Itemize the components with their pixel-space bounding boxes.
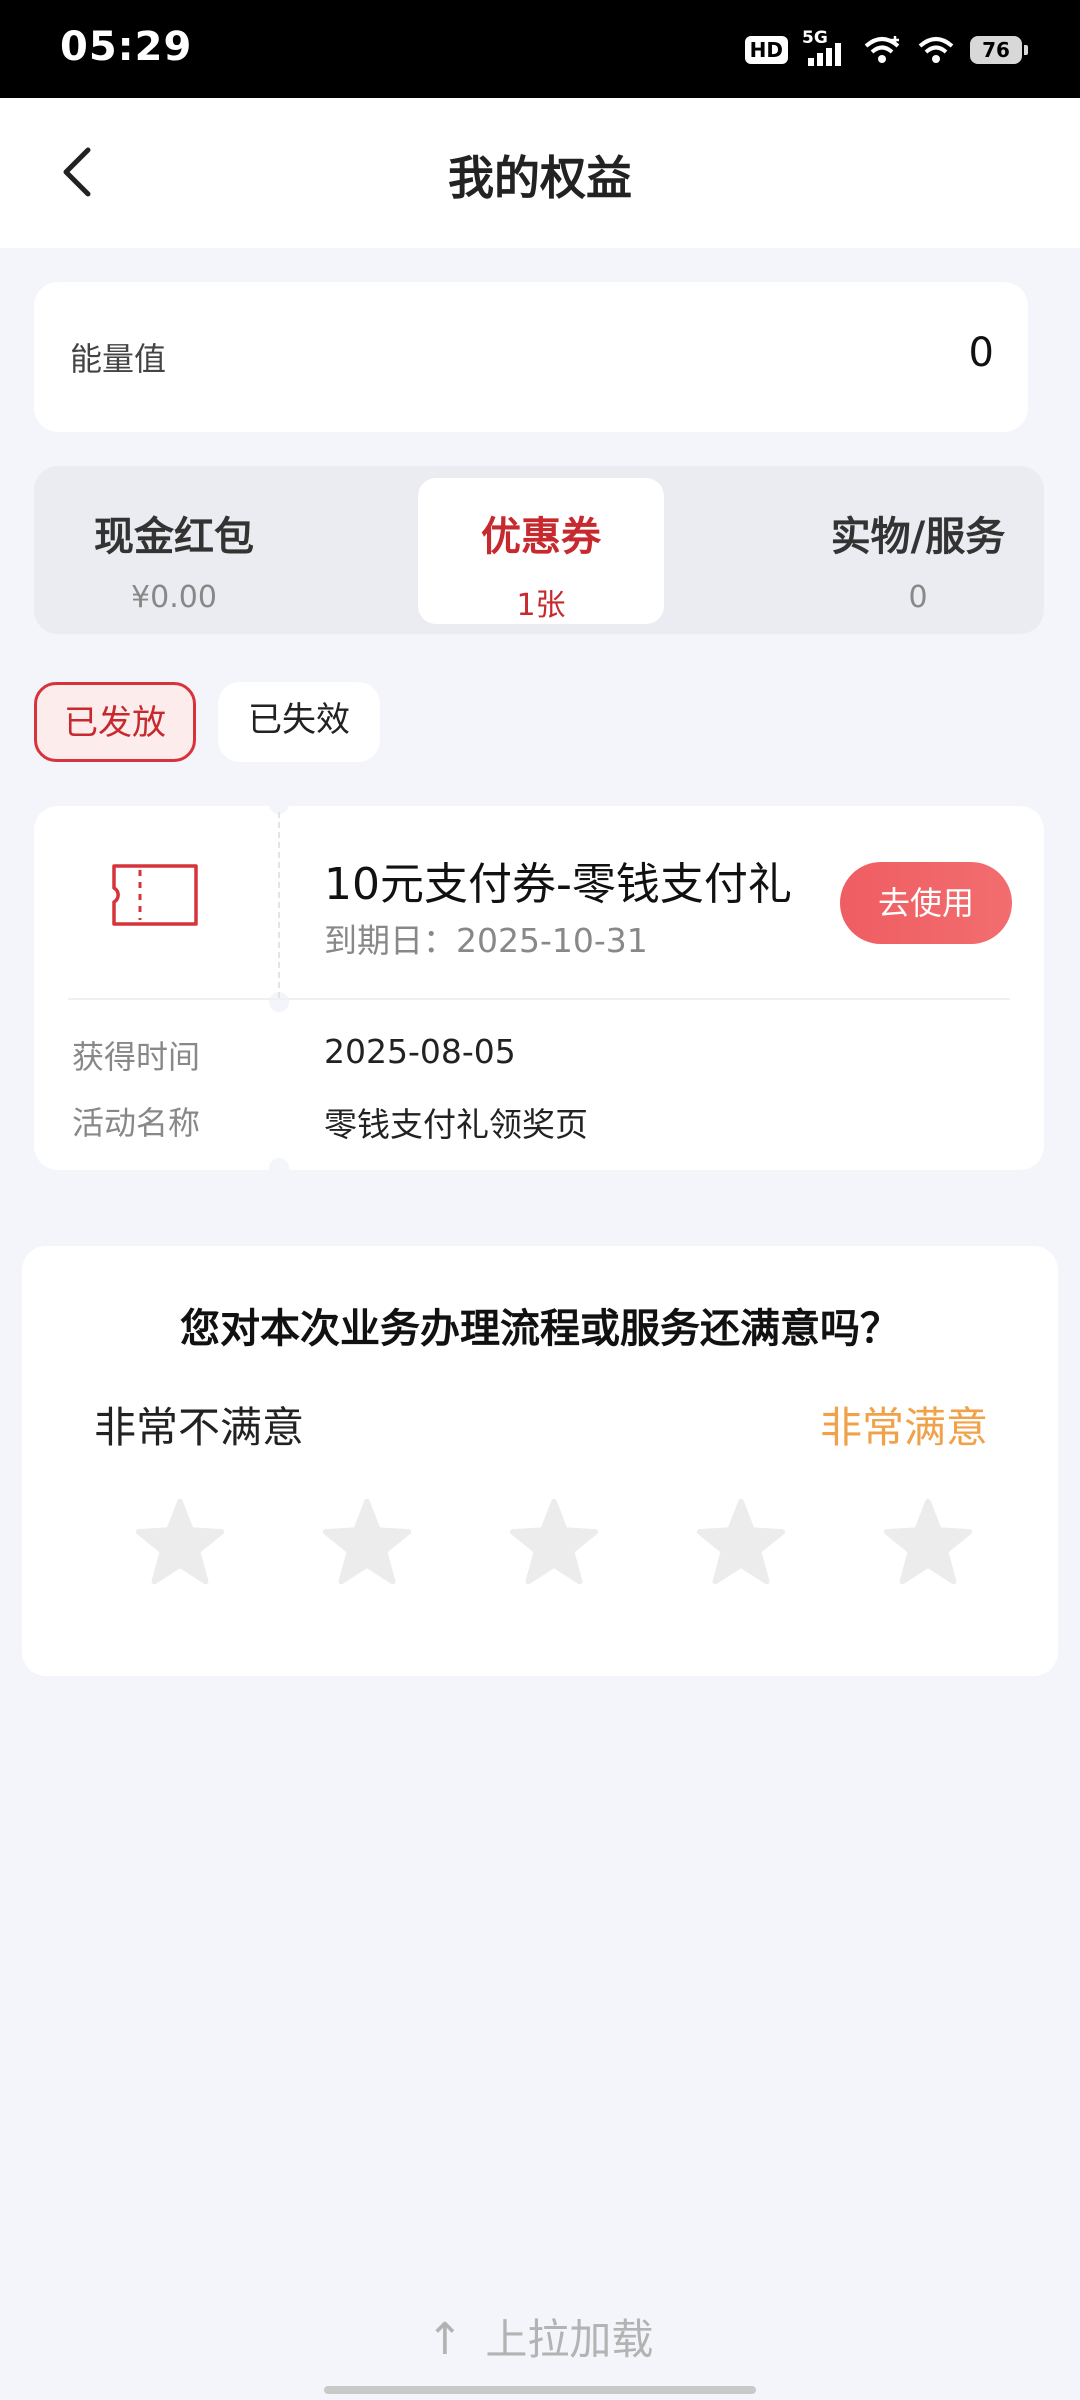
benefit-tabs: 现金红包 ¥0.00 优惠券 1张 实物/服务 0: [34, 466, 1044, 634]
page-title: 我的权益: [448, 151, 632, 205]
acquired-time-value: 2025-08-05: [324, 1032, 516, 1071]
filter-issued-chip[interactable]: 已发放: [34, 682, 196, 762]
tab-coupons[interactable]: 优惠券 1张: [418, 478, 664, 624]
wifi-plus-icon: [864, 36, 900, 63]
wifi-icon: [918, 37, 954, 63]
tab-title: 现金红包: [94, 514, 254, 560]
very-dissatisfied-label: 非常不满意: [94, 1403, 305, 1452]
tab-physical-service[interactable]: 实物/服务 0: [798, 478, 1038, 624]
energy-value: 0: [968, 330, 994, 376]
home-indicator[interactable]: [324, 2386, 756, 2394]
status-icons: HD 5G 76: [744, 28, 1028, 70]
star-icon-2[interactable]: [321, 1496, 413, 1588]
tab-title: 实物/服务: [830, 514, 1006, 560]
coupon-separator: [68, 998, 1010, 1000]
coupon-divider: [278, 812, 280, 998]
battery-icon: 76: [970, 36, 1028, 64]
tab-subtitle: 0: [908, 580, 928, 615]
energy-card: 能量值 0: [34, 282, 1028, 432]
activity-name-label: 活动名称: [72, 1104, 201, 1142]
star-icon-3[interactable]: [508, 1496, 600, 1588]
load-more-label: 上拉加载: [485, 2315, 654, 2364]
energy-label: 能量值: [70, 340, 167, 378]
tab-title: 优惠券: [481, 514, 601, 560]
tab-cash-red-packet[interactable]: 现金红包 ¥0.00: [54, 478, 294, 624]
pull-up-load-more: ↑ 上拉加载: [0, 2306, 1080, 2367]
star-icon-1[interactable]: [134, 1496, 226, 1588]
page-header: 我的权益: [0, 98, 1080, 248]
tab-subtitle: 1张: [516, 588, 566, 623]
star-icon-4[interactable]: [695, 1496, 787, 1588]
ticket-icon: [112, 864, 198, 926]
coupon-name: 10元支付券-零钱支付礼: [324, 859, 792, 910]
survey-question: 您对本次业务办理流程或服务还满意吗？: [180, 1306, 900, 1352]
filter-expired-chip[interactable]: 已失效: [218, 682, 380, 762]
tab-subtitle: ¥0.00: [131, 580, 217, 615]
very-satisfied-label: 非常满意: [819, 1403, 988, 1452]
star-rating: [134, 1496, 974, 1588]
cellular-signal-icon: 5G: [802, 28, 848, 68]
hd-icon: HD: [744, 36, 788, 64]
coupon-expiry: 到期日：2025-10-31: [324, 921, 648, 960]
use-coupon-button[interactable]: 去使用: [840, 862, 1012, 944]
activity-name-value: 零钱支付礼领奖页: [324, 1105, 588, 1144]
status-bar: 05:29 HD 5G 76: [0, 0, 1080, 98]
status-time: 05:29: [60, 24, 193, 70]
star-icon-5[interactable]: [882, 1496, 974, 1588]
acquired-time-label: 获得时间: [72, 1038, 201, 1076]
arrow-up-icon: ↑: [426, 2314, 464, 2365]
satisfaction-survey: 您对本次业务办理流程或服务还满意吗？ 非常不满意 非常满意: [22, 1246, 1058, 1676]
coupon-card: 10元支付券-零钱支付礼 到期日：2025-10-31 去使用 获得时间 202…: [34, 798, 1044, 1174]
